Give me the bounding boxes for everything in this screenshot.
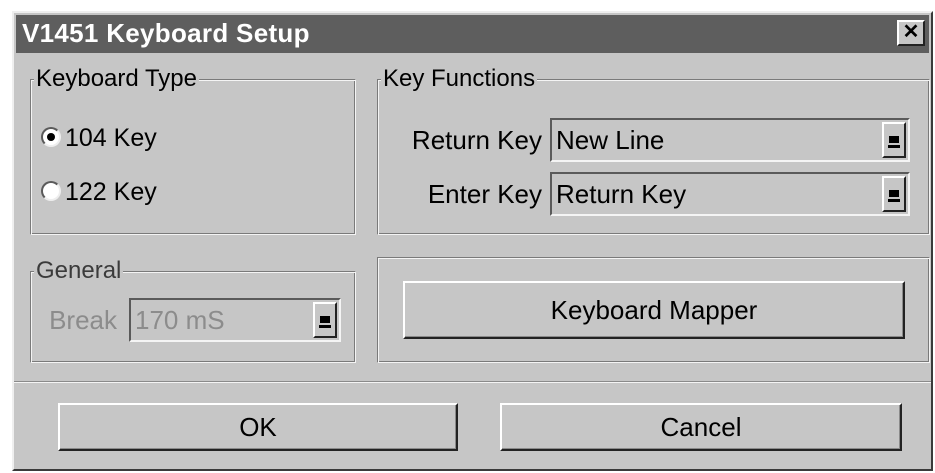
radio-122-key[interactable]: 122 Key [41, 177, 157, 207]
radio-104-key[interactable]: 104 Key [41, 123, 157, 153]
radio-104-key-label: 104 Key [65, 124, 157, 152]
ok-button[interactable]: OK [58, 403, 458, 451]
return-key-label: Return Key [411, 125, 542, 155]
cancel-button[interactable]: Cancel [500, 403, 902, 451]
enter-key-select[interactable]: Return Key [550, 172, 910, 216]
keyboard-setup-dialog: V1451 Keyboard Setup ✕ Keyboard Type 104… [12, 11, 933, 471]
return-key-value: New Line [556, 125, 665, 155]
enter-key-value: Return Key [556, 179, 687, 209]
close-icon: ✕ [902, 21, 920, 43]
close-button[interactable]: ✕ [897, 20, 925, 46]
dropdown-arrow-icon[interactable] [882, 122, 906, 158]
footer-separator [14, 381, 931, 383]
general-legend: General [34, 257, 124, 285]
keyboard-type-group: Keyboard Type 104 Key 122 Key [30, 65, 356, 235]
enter-key-label: Enter Key [427, 179, 542, 209]
radio-122-key-label: 122 Key [65, 178, 157, 206]
window-title: V1451 Keyboard Setup [22, 18, 310, 48]
keyboard-mapper-button[interactable]: Keyboard Mapper [403, 281, 905, 339]
keyboard-type-legend: Keyboard Type [34, 65, 200, 93]
break-label: Break [49, 305, 117, 335]
key-functions-legend: Key Functions [381, 65, 538, 93]
return-key-select[interactable]: New Line [550, 118, 910, 162]
dropdown-arrow-icon[interactable] [882, 176, 906, 212]
general-group: General Break 170 mS [30, 257, 356, 363]
break-select[interactable]: 170 mS [129, 298, 341, 342]
radio-button-checked[interactable] [41, 127, 61, 148]
title-bar[interactable]: V1451 Keyboard Setup ✕ [16, 15, 929, 53]
dropdown-arrow-icon[interactable] [313, 302, 337, 338]
key-functions-group: Key Functions Return Key New Line Enter … [377, 65, 930, 235]
radio-button-unchecked[interactable] [41, 181, 61, 202]
break-value: 170 mS [135, 305, 225, 335]
